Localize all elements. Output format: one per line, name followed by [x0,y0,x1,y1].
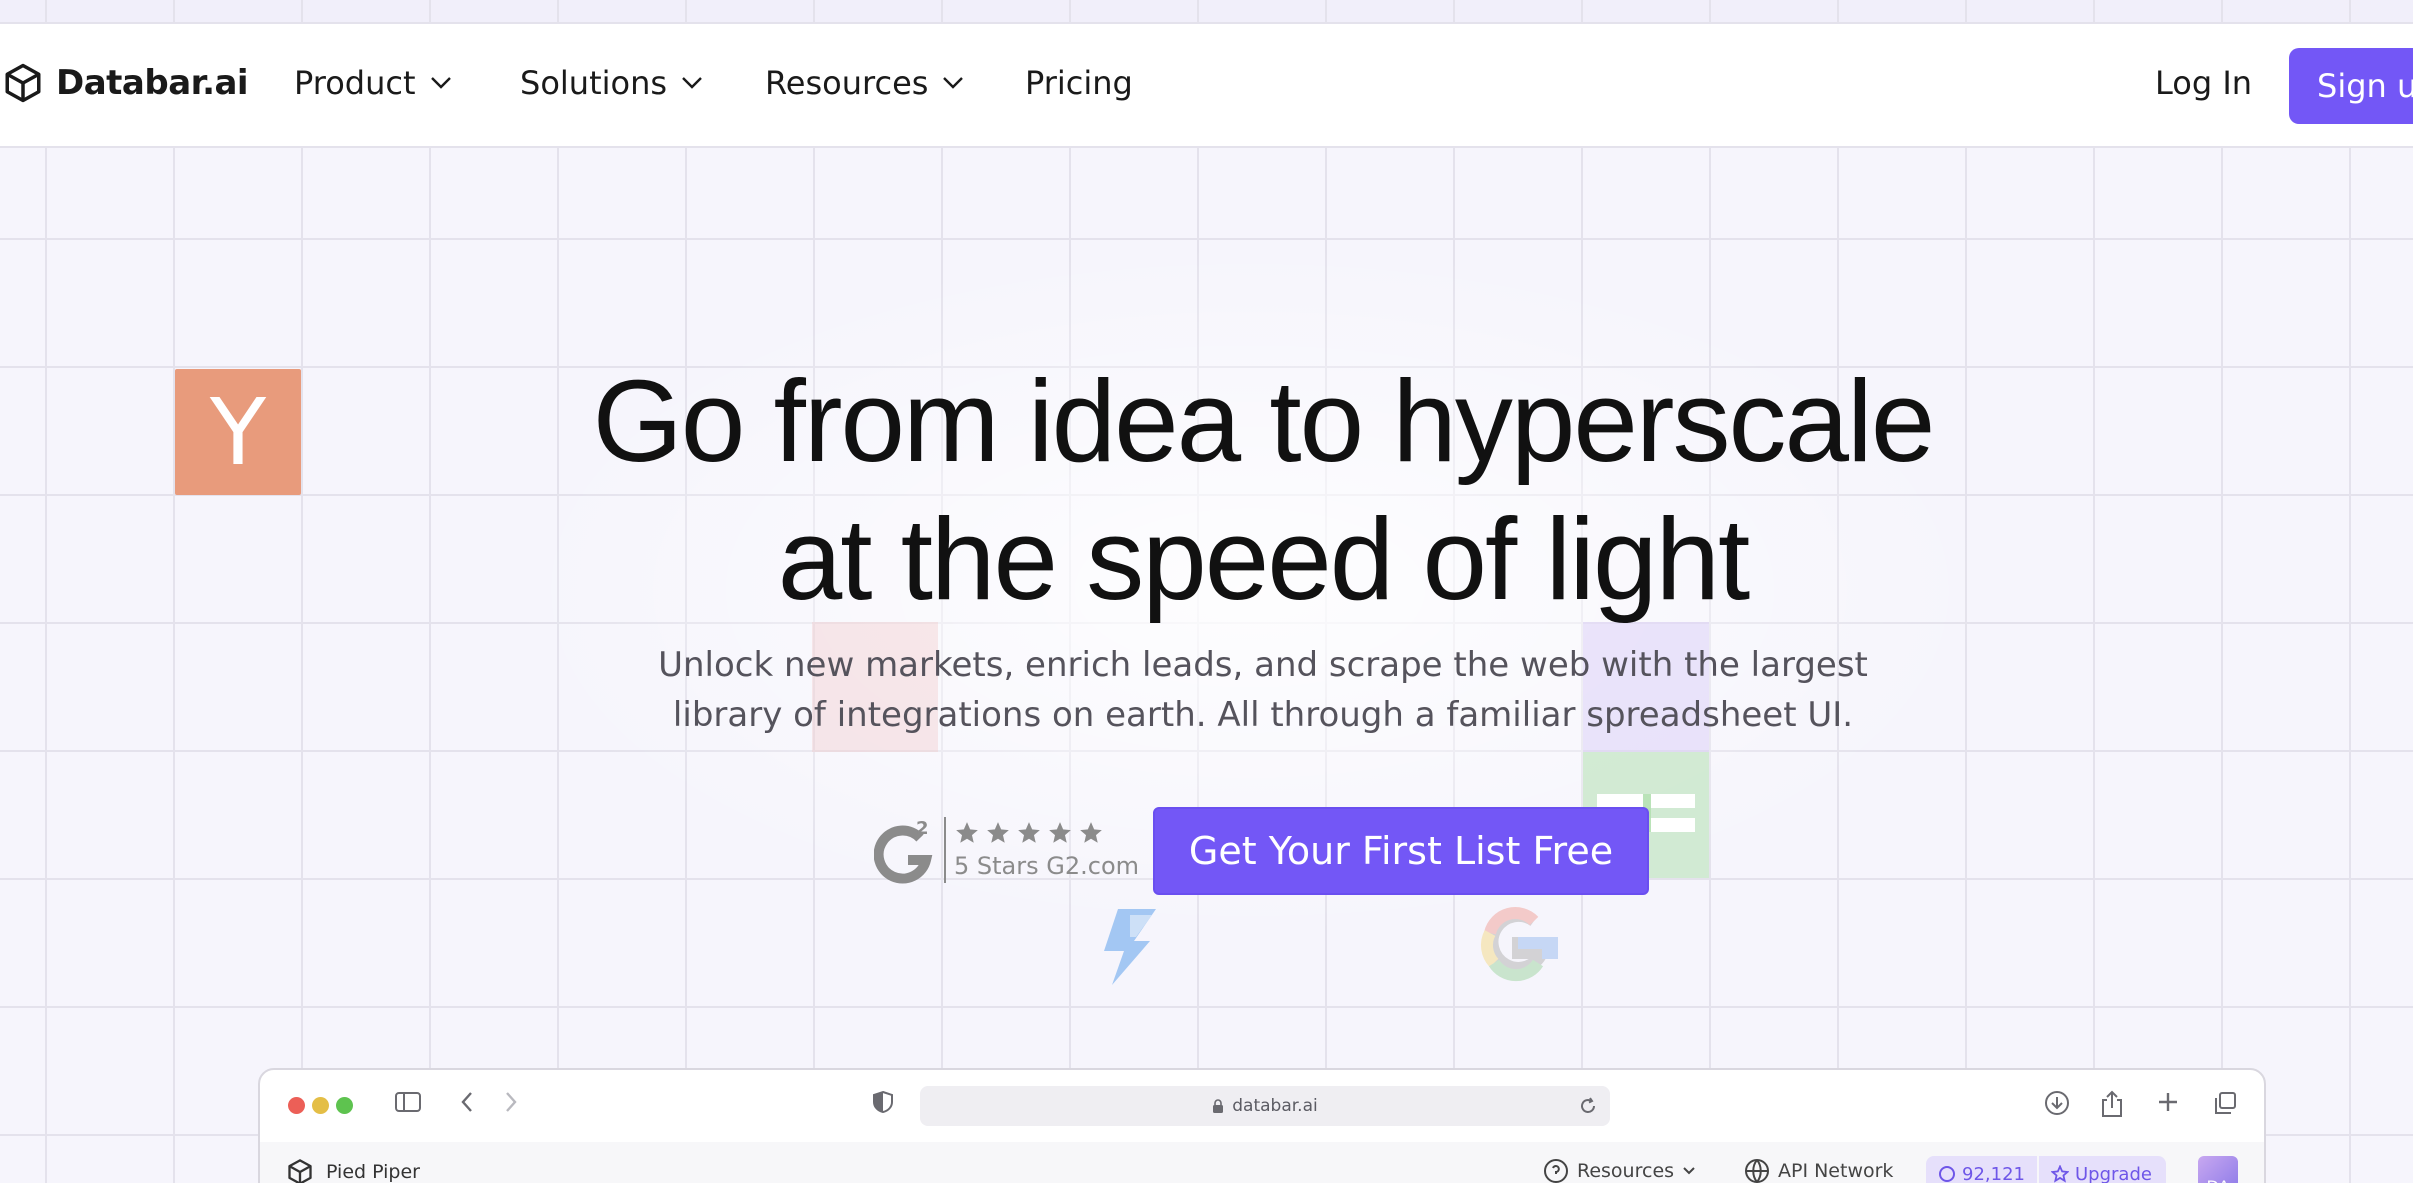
sidebar-toggle-icon [395,1092,421,1112]
star-icon [987,822,1009,843]
upgrade-label: Upgrade [2074,1163,2152,1183]
g2-separator [944,817,946,883]
star-icon [956,822,978,843]
hero-subtitle-line2: library of integrations on earth. All th… [672,695,1854,735]
login-link[interactable]: Log In [2155,64,2252,102]
brand-name: Databar.ai [56,63,249,103]
star-icon [1049,822,1071,843]
cta-get-first-list-button[interactable]: Get Your First List Free [1153,807,1649,895]
minimize-window-dot [312,1097,329,1114]
cube-icon [288,1159,312,1183]
chevron-down-icon [943,77,964,89]
cta-label: Get Your First List Free [1188,829,1614,873]
g2-rating-badge[interactable]: 2 5 Stars G2.com [874,816,1139,884]
upgrade-button[interactable]: Upgrade [2039,1164,2164,1183]
avatar[interactable]: DA [2198,1156,2238,1183]
hero-subtitle-line1: Unlock new markets, enrich leads, and sc… [658,645,1868,685]
reload-icon[interactable] [1578,1096,1598,1116]
signup-button[interactable]: Sign up [2289,48,2413,124]
star-outline-icon [2050,1165,2069,1183]
address-bar-url: databar.ai [1232,1096,1318,1116]
cube-icon [5,63,41,103]
nav-solutions-label: Solutions [520,64,668,102]
credits-upgrade-pill[interactable]: 92,121 Upgrade [1926,1156,2166,1183]
google-logo-icon [1480,907,1558,982]
hero-title-line2: at the speed of light [777,494,1751,624]
forward-icon [506,1092,517,1112]
g2-logo-number: 2 [916,818,929,839]
g2-logo-icon: 2 [874,818,933,884]
navbar: Databar.ai Product Solutions Resources P… [0,24,2413,148]
close-window-dot [288,1097,305,1114]
nav-pricing[interactable]: Pricing [1025,64,1133,102]
nav-product[interactable]: Product [294,64,452,102]
nav-pricing-label: Pricing [1025,64,1133,102]
help-circle-icon [1544,1159,1568,1183]
nav-solutions[interactable]: Solutions [520,64,703,102]
app-resources-menu[interactable]: Resources [1543,1158,1696,1183]
chevron-down-icon [682,77,702,89]
lightning-logo-icon [1104,909,1156,985]
app-api-label: API Network [1778,1160,1894,1182]
signup-label: Sign up [2317,67,2413,105]
address-bar[interactable]: databar.ai [920,1086,1610,1126]
browser-preview-window: databar.ai Pied Piper Resources API Netw… [258,1068,2266,1183]
star-rating [954,820,1139,846]
app-resources-label: Resources [1577,1160,1675,1182]
star-icon [1080,822,1102,843]
globe-icon [1745,1159,1769,1183]
g2-caption: 5 Stars G2.com [954,852,1140,880]
hero-title-line1: Go from idea to hyperscale [592,356,1936,486]
coin-icon [1939,1166,1955,1182]
hero-subtitle: Unlock new markets, enrich leads, and sc… [0,640,2413,740]
share-icon [2102,1090,2122,1117]
credits-value: 92,121 [1962,1163,2025,1183]
nav-resources[interactable]: Resources [765,64,964,102]
new-tab-icon [2159,1093,2177,1111]
download-icon [2045,1091,2069,1115]
app-api-network[interactable]: API Network [1744,1158,1893,1183]
maximize-window-dot [336,1097,353,1114]
star-icon [1018,822,1040,843]
workspace-name: Pied Piper [326,1161,420,1183]
tab-overview-icon [2215,1092,2236,1114]
credits-balance: 92,121 [1926,1164,2037,1183]
chevron-down-icon [430,77,451,89]
privacy-shield-icon [873,1090,893,1114]
avatar-initials: DA [2207,1177,2230,1183]
lock-icon [1213,1098,1224,1113]
nav-resources-label: Resources [765,64,929,102]
nav-product-label: Product [294,64,416,102]
chevron-down-icon [1683,1167,1695,1175]
workspace-switcher[interactable]: Pied Piper [286,1158,420,1183]
top-strip [0,0,2413,24]
brand-logo[interactable]: Databar.ai [2,62,249,104]
hero-title: Go from idea to hyperscale at the speed … [0,352,2413,628]
back-icon [461,1092,472,1112]
